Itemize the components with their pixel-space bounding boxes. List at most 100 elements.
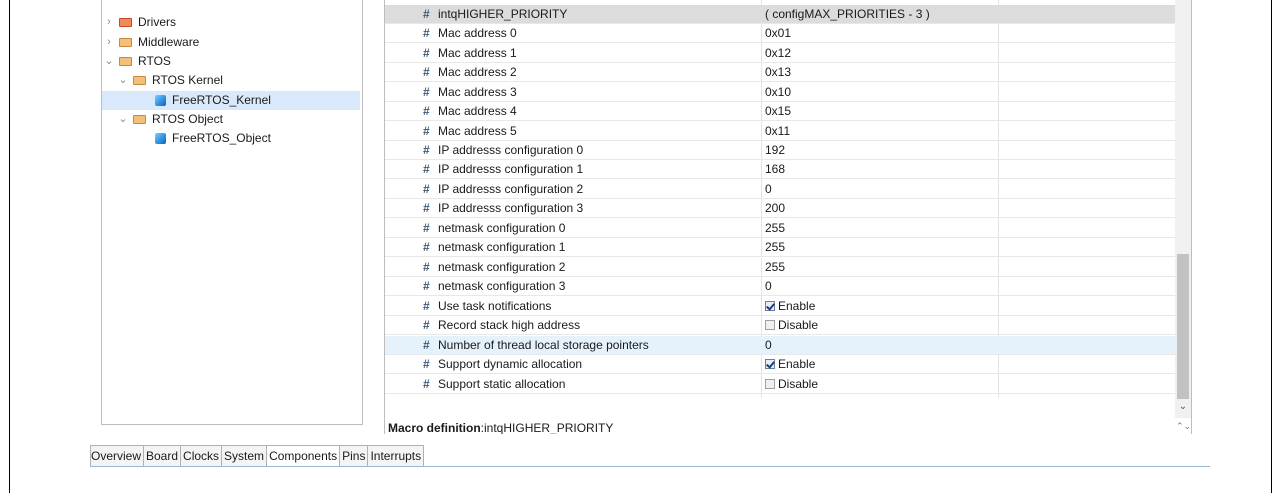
hash-icon: #	[423, 299, 430, 313]
tab-components[interactable]: Components	[266, 445, 341, 466]
tree-item-label: Middleware	[138, 35, 200, 49]
tab-clocks[interactable]: Clocks	[180, 445, 223, 466]
tree-item-drivers[interactable]: › Drivers	[102, 13, 360, 32]
table-row[interactable]: # IP addresss configuration 3 200	[385, 199, 1175, 218]
param-name: Number of thread local storage pointers	[438, 338, 649, 352]
table-row[interactable]: # Record stack high address Disable	[385, 316, 1175, 335]
macro-definition-label: Macro definition	[388, 421, 481, 434]
tab-overview[interactable]: Overview	[90, 445, 144, 466]
param-value[interactable]: 0x01	[765, 24, 791, 43]
table-row[interactable]: # Mac address 2 0x13	[385, 63, 1175, 82]
param-name: Support dynamic allocation	[438, 357, 583, 371]
param-name: Use task notifications	[438, 299, 552, 313]
param-value[interactable]: 168	[765, 160, 785, 179]
chevron-down-icon[interactable]: ⌄	[118, 110, 128, 129]
param-name: IP addresss configuration 2	[438, 182, 584, 196]
param-value[interactable]: 0x12	[765, 44, 791, 63]
tree-item-label: FreeRTOS_Kernel	[172, 93, 271, 107]
param-value-checkbox[interactable]: Enable	[765, 355, 815, 374]
tree-item-label: Drivers	[138, 15, 176, 29]
checkbox-unchecked-icon[interactable]	[765, 320, 775, 330]
table-row[interactable]: # Number of thread local storage pointer…	[385, 336, 1175, 355]
param-name: Mac address 5	[438, 124, 517, 138]
tree-item-freertos-object[interactable]: FreeRTOS_Object	[102, 129, 360, 148]
checkbox-checked-icon[interactable]	[765, 301, 775, 311]
scrollbar-thumb[interactable]	[1177, 254, 1189, 399]
table-row[interactable]: # Mac address 5 0x11	[385, 122, 1175, 141]
chevron-down-icon[interactable]: ⌄	[104, 52, 114, 71]
hash-icon: #	[423, 26, 430, 40]
component-cube-icon	[155, 95, 166, 106]
tree-item-rtos-kernel[interactable]: ⌄ RTOS Kernel	[102, 71, 360, 90]
table-row[interactable]: # IP addresss configuration 1 168	[385, 160, 1175, 179]
tab-label: Components	[269, 449, 338, 463]
tree-item-middleware[interactable]: › Middleware	[102, 33, 360, 52]
param-value[interactable]: 0x15	[765, 102, 791, 121]
param-value[interactable]: 255	[765, 258, 785, 277]
tab-label: Pins	[342, 449, 366, 463]
param-value[interactable]: 255	[765, 219, 785, 238]
chevron-right-icon[interactable]: ›	[104, 33, 114, 52]
tree-item-rtos[interactable]: ⌄ RTOS	[102, 52, 360, 71]
hash-icon: #	[423, 338, 430, 352]
param-value[interactable]: 200	[765, 199, 785, 218]
tab-board[interactable]: Board	[143, 445, 182, 466]
table-row[interactable]: # IP addresss configuration 0 192	[385, 141, 1175, 160]
param-value[interactable]: 255	[765, 238, 785, 257]
scroll-down-arrow-icon[interactable]: ⌄	[1175, 400, 1191, 414]
tab-interrupts[interactable]: Interrupts	[367, 445, 425, 466]
macro-definition-value: :intqHIGHER_PRIORITY	[480, 421, 614, 434]
param-value[interactable]: 0x10	[765, 83, 791, 102]
editor-tabs: Overview Board Clocks System Components …	[90, 445, 425, 466]
chevron-down-icon[interactable]: ⌄	[118, 71, 128, 90]
vertical-scrollbar[interactable]: ⌄	[1175, 0, 1191, 418]
param-value[interactable]: 0	[765, 277, 772, 296]
hash-icon: #	[423, 260, 430, 274]
table-row[interactable]: # IP addresss configuration 2 0	[385, 180, 1175, 199]
param-value-checkbox[interactable]: Disable	[765, 375, 818, 394]
hash-icon: #	[423, 162, 430, 176]
table-row[interactable]: # netmask configuration 1 255	[385, 238, 1175, 257]
tab-system[interactable]: System	[221, 445, 268, 466]
tab-pins[interactable]: Pins	[339, 445, 369, 466]
tree-item-label: RTOS Object	[152, 112, 223, 126]
param-value-checkbox[interactable]: Enable	[765, 297, 815, 316]
param-name: Mac address 3	[438, 85, 517, 99]
hash-icon: #	[423, 124, 430, 138]
hash-icon: #	[423, 279, 430, 293]
param-name: Mac address 4	[438, 104, 517, 118]
table-row[interactable]: # Mac address 1 0x12	[385, 44, 1175, 63]
checkbox-checked-icon[interactable]	[765, 359, 775, 369]
param-name: Mac address 1	[438, 46, 517, 60]
macro-definition-bar: Macro definition:intqHIGHER_PRIORITY ⌃⌄	[384, 418, 1192, 434]
param-value[interactable]: 192	[765, 141, 785, 160]
table-row[interactable]: # Support dynamic allocation Enable	[385, 355, 1175, 374]
param-name: IP addresss configuration 0	[438, 143, 584, 157]
param-value[interactable]: 0x13	[765, 63, 791, 82]
tree-item-freertos-kernel[interactable]: FreeRTOS_Kernel	[102, 91, 360, 110]
param-value[interactable]: 0x11	[765, 122, 790, 141]
tree-item-rtos-object[interactable]: ⌄ RTOS Object	[102, 110, 360, 129]
table-row[interactable]: # Support static allocation Disable	[385, 375, 1175, 394]
table-row[interactable]: # Mac address 4 0x15	[385, 102, 1175, 121]
param-value[interactable]: ( configMAX_PRIORITIES - 3 )	[765, 5, 930, 24]
chevron-right-icon[interactable]: ›	[104, 13, 114, 32]
table-row[interactable]: # Use task notifications Enable	[385, 297, 1175, 316]
table-row[interactable]: # intqHIGHER_PRIORITY ( configMAX_PRIORI…	[385, 5, 1175, 24]
table-row[interactable]: # Mac address 0 0x01	[385, 24, 1175, 43]
spinner-arrows-icon[interactable]: ⌃⌄	[1176, 418, 1191, 434]
hash-icon: #	[423, 357, 430, 371]
param-value-checkbox[interactable]: Disable	[765, 316, 818, 335]
checkbox-unchecked-icon[interactable]	[765, 379, 775, 389]
table-row[interactable]: # Mac address 3 0x10	[385, 83, 1175, 102]
table-row[interactable]: # netmask configuration 0 255	[385, 219, 1175, 238]
param-value[interactable]: 0	[765, 180, 772, 199]
hash-icon: #	[423, 7, 430, 21]
table-row[interactable]: # netmask configuration 2 255	[385, 258, 1175, 277]
param-value[interactable]: 0	[765, 336, 772, 355]
tab-label: Overview	[90, 449, 141, 463]
param-name: IP addresss configuration 1	[438, 162, 584, 176]
tab-label: Clocks	[183, 449, 220, 463]
macro-definition-text: Macro definition:intqHIGHER_PRIORITY	[388, 421, 613, 434]
table-row[interactable]: # netmask configuration 3 0	[385, 277, 1175, 296]
